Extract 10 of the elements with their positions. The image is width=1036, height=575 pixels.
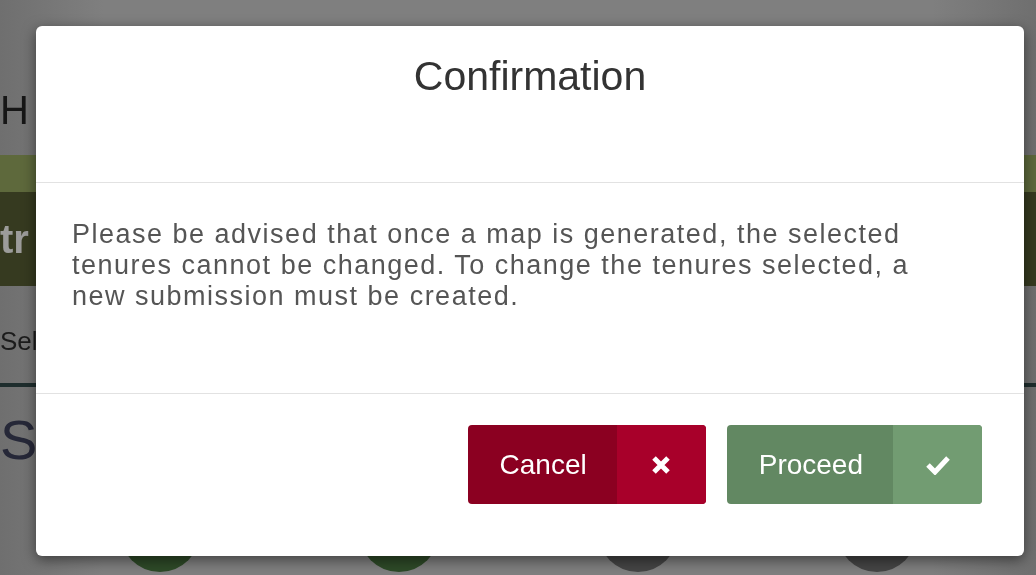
page-heading: H — [0, 88, 29, 132]
section-heading: S — [0, 407, 38, 472]
banner-text: tr — [0, 216, 29, 262]
dialog-message: Please be advised that once a map is generated, the selected tenures cannot be changed. To change the tenures selected, a new submission must be created. — [72, 219, 911, 312]
field-label: Sel — [0, 326, 38, 357]
close-icon — [651, 454, 672, 475]
proceed-button[interactable]: Proceed — [726, 425, 982, 504]
dialog-title: Confirmation — [413, 52, 647, 101]
cancel-button[interactable]: Cancel — [467, 425, 706, 504]
check-icon — [925, 454, 950, 475]
